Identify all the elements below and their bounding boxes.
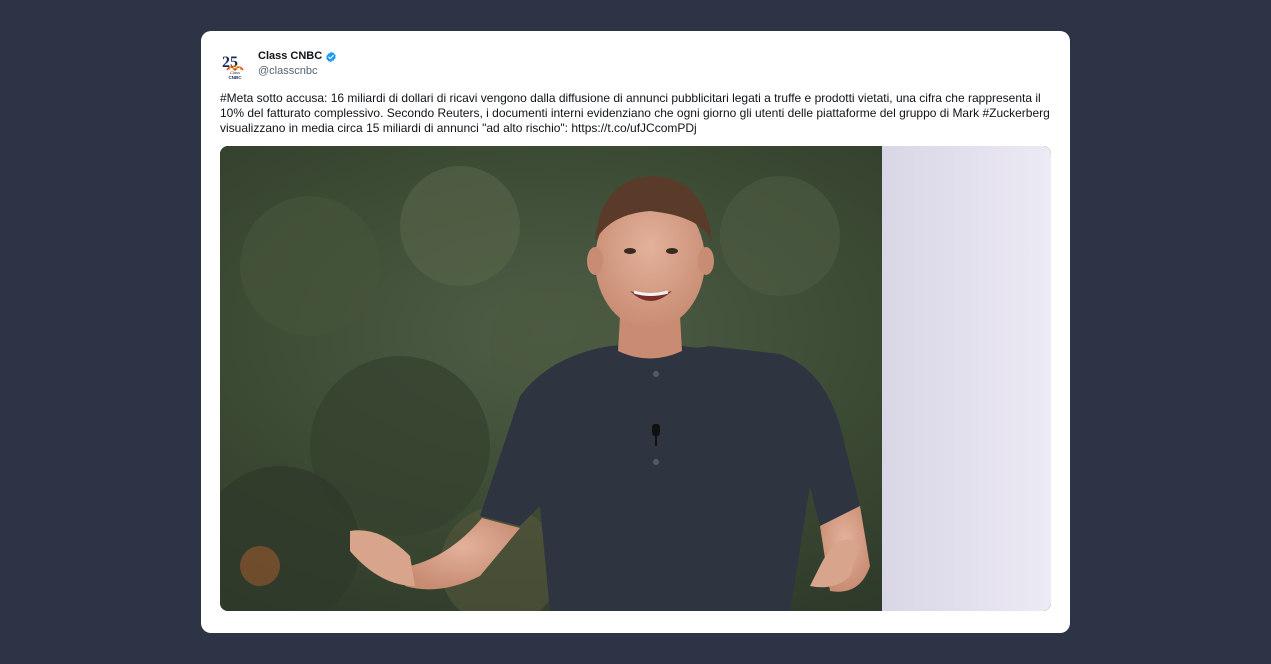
photo-of-man-in-dark-tshirt-icon bbox=[220, 146, 1051, 611]
svg-text:CNBC: CNBC bbox=[229, 75, 243, 80]
author-info: Class CNBC @classcnbc bbox=[258, 49, 337, 79]
tweet-header: 25 Class CNBC Class CNBC @classcnbc bbox=[221, 49, 337, 82]
class-cnbc-logo-icon: 25 Class CNBC bbox=[222, 54, 244, 80]
author-name-row: Class CNBC bbox=[258, 49, 337, 64]
verified-badge-icon bbox=[325, 51, 337, 63]
author-handle[interactable]: @classcnbc bbox=[258, 64, 337, 79]
author-name[interactable]: Class CNBC bbox=[258, 49, 322, 64]
tweet-media-image[interactable] bbox=[220, 146, 1051, 611]
tweet-text: #Meta sotto accusa: 16 miliardi di dolla… bbox=[220, 91, 1050, 135]
avatar[interactable]: 25 Class CNBC bbox=[221, 52, 249, 82]
tweet-card: 25 Class CNBC Class CNBC @classcnbc #Met… bbox=[201, 31, 1070, 633]
